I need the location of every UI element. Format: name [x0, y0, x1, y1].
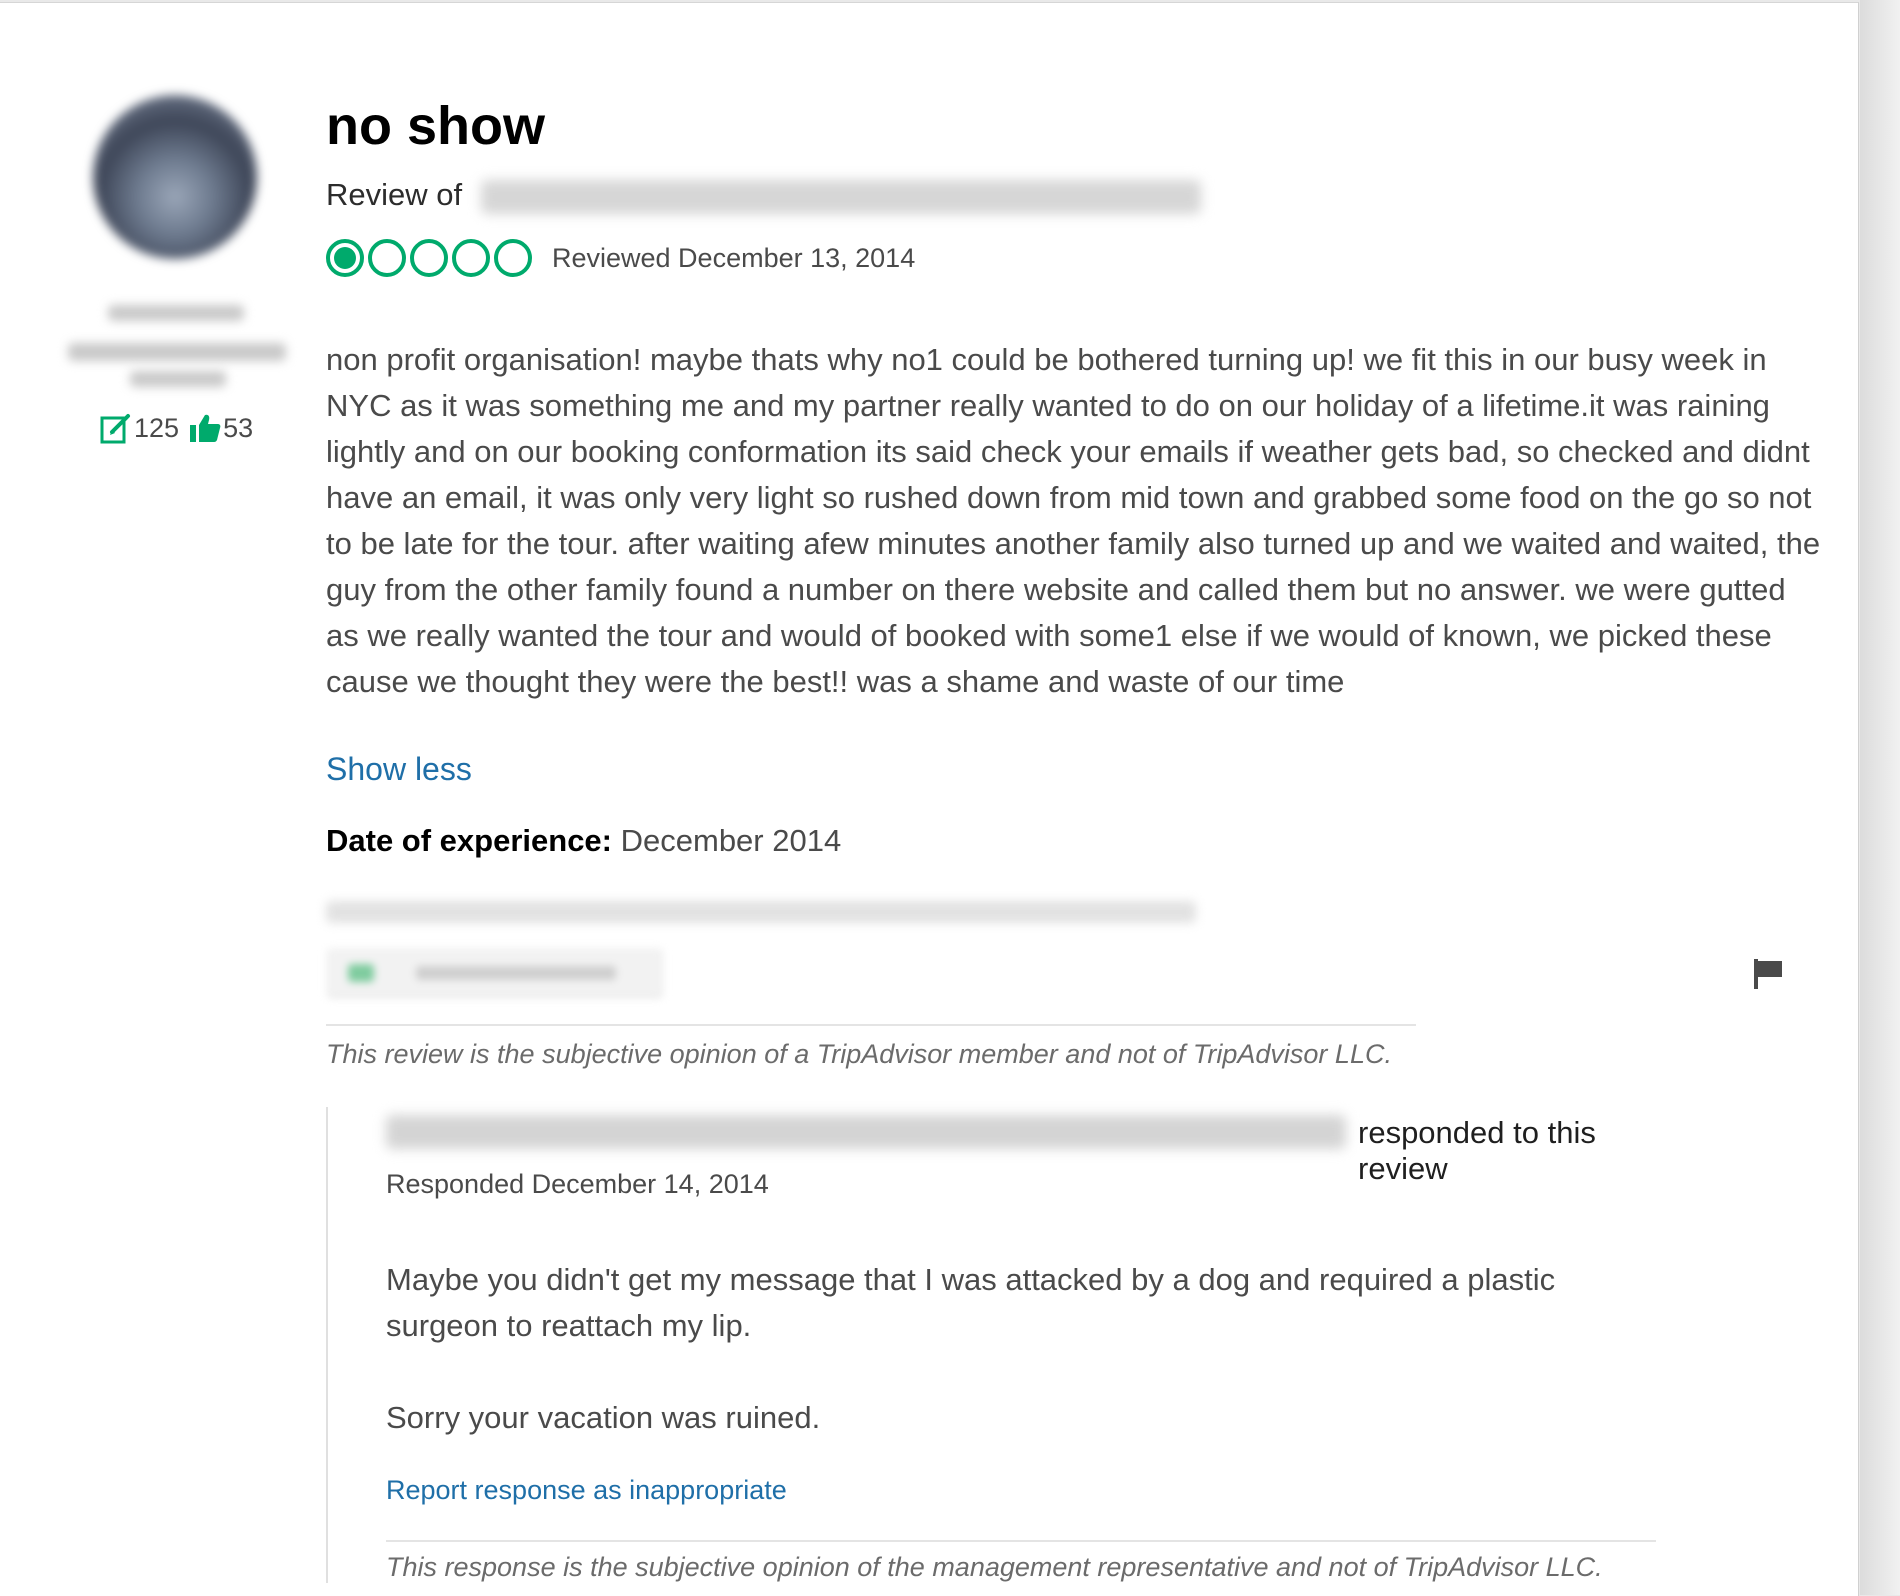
- date-of-experience-label: Date of experience:: [326, 823, 612, 858]
- rating-bubble-empty-icon: [368, 239, 406, 277]
- rating-bubble-empty-icon: [494, 239, 532, 277]
- rating-bubble-filled-icon: [326, 239, 364, 277]
- date-of-experience-value: December 2014: [620, 823, 842, 858]
- review-card: 125 53 no show Review of Reviewed Decemb…: [0, 2, 1859, 1596]
- response-disclaimer: This response is the subjective opinion …: [386, 1552, 1603, 1582]
- responder-name-blurred: [386, 1115, 1346, 1149]
- responded-date: Responded December 14, 2014: [386, 1169, 769, 1199]
- review-title[interactable]: no show: [326, 95, 545, 157]
- management-response: responded to this review Responded Decem…: [326, 1107, 1668, 1583]
- window-edge: [1860, 0, 1900, 1595]
- thank-reviewer-button[interactable]: [326, 948, 664, 998]
- show-less-link[interactable]: Show less: [326, 751, 472, 788]
- avatar[interactable]: [93, 95, 257, 259]
- date-of-experience: Date of experience: December 2014: [326, 823, 841, 859]
- response-paragraph: Maybe you didn't get my message that I w…: [386, 1262, 1556, 1343]
- contributions-count: 125: [134, 412, 180, 443]
- report-response-link[interactable]: Report response as inappropriate: [386, 1475, 787, 1506]
- bubble-rating: Reviewed December 13, 2014: [326, 237, 915, 279]
- reviewer-username-blurred[interactable]: [108, 305, 244, 321]
- divider: [386, 1540, 1656, 1542]
- response-paragraph: Sorry your vacation was ruined.: [386, 1400, 821, 1435]
- review-body: non profit organisation! maybe thats why…: [326, 342, 1821, 699]
- reviewed-date: Reviewed December 13, 2014: [552, 242, 916, 273]
- review-of-label: Review of: [326, 177, 463, 212]
- responded-label: responded to this review: [1358, 1115, 1596, 1186]
- reviewer-stats: 125 53: [100, 411, 263, 445]
- attraction-name-blurred[interactable]: [480, 179, 1201, 214]
- flag-icon[interactable]: [1752, 957, 1784, 991]
- review-source-blurred: [326, 901, 1196, 923]
- helpful-votes-count: 53: [223, 412, 254, 443]
- review-of: Review of: [326, 177, 1201, 214]
- reviewer-location-blurred: [68, 343, 286, 361]
- edit-icon: [100, 412, 132, 444]
- thumbs-up-icon: [189, 413, 221, 443]
- rating-bubble-empty-icon: [410, 239, 448, 277]
- reviewer-location-blurred-2: [130, 371, 226, 387]
- divider: [326, 1024, 1416, 1026]
- review-disclaimer: This review is the subjective opinion of…: [326, 1039, 1392, 1069]
- rating-bubble-empty-icon: [452, 239, 490, 277]
